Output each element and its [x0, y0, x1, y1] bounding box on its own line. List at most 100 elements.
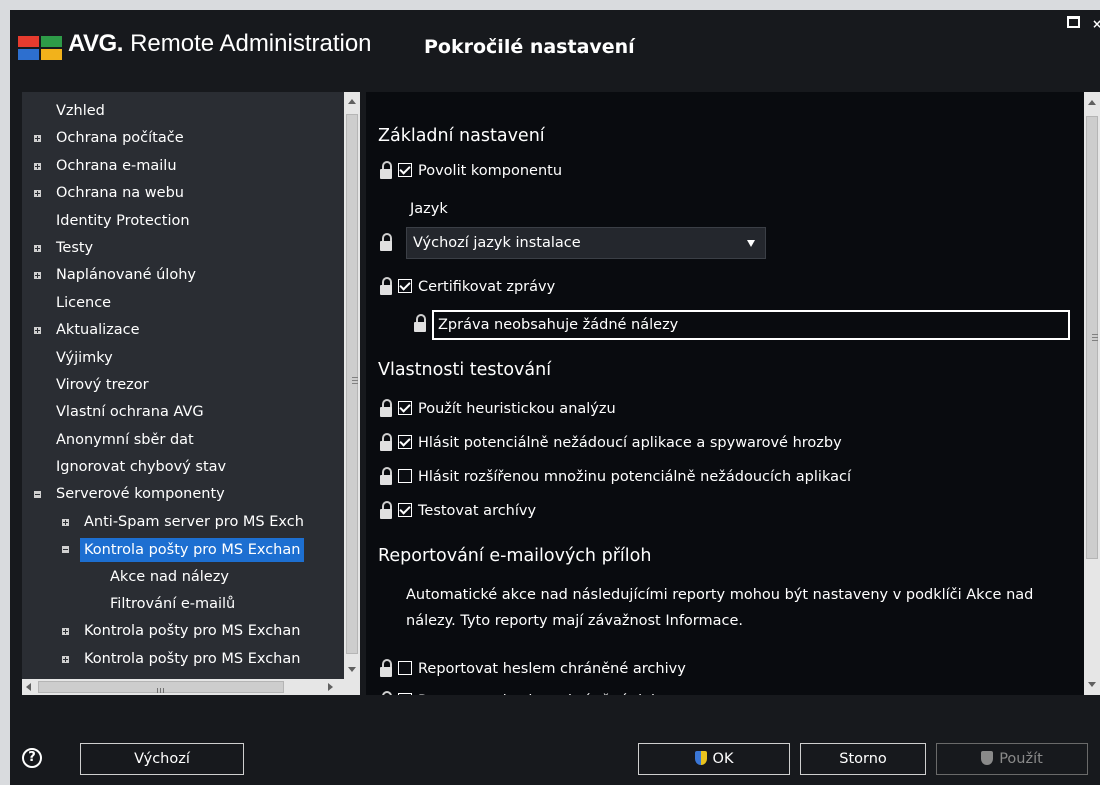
checkbox-label: Certifikovat zprávy: [418, 279, 556, 295]
language-select-value: Výchozí jazyk instalace: [413, 235, 581, 251]
tree-item[interactable]: Serverové komponenty: [22, 481, 344, 508]
expand-plus-icon[interactable]: [34, 190, 41, 198]
tree-item[interactable]: Aktualizace: [22, 317, 344, 344]
checkbox-box[interactable]: [398, 503, 412, 517]
tree-item-label: Akce nad nálezy: [110, 568, 229, 585]
expand-plus-icon[interactable]: [34, 327, 41, 335]
collapse-minus-icon[interactable]: [62, 546, 69, 554]
expand-plus-icon[interactable]: [34, 135, 41, 143]
option-checkbox[interactable]: Reportovat heslem chráněné dokumenty: [398, 690, 998, 695]
option-row: Hlásit potenciálně nežádoucí aplikace a …: [380, 432, 1020, 454]
checkbox-box[interactable]: [398, 279, 412, 293]
enable-component-row: Povolit komponentu: [380, 160, 780, 182]
tree-item-label: Serverové komponenty: [56, 486, 225, 503]
close-icon[interactable]: ×: [1092, 17, 1100, 31]
scroll-up-arrow-icon[interactable]: [1088, 100, 1096, 105]
lock-icon[interactable]: [380, 399, 392, 417]
collapse-minus-icon[interactable]: [34, 491, 41, 499]
apply-button[interactable]: Použít: [936, 743, 1088, 775]
tree-item[interactable]: Ochrana na webu: [22, 180, 344, 207]
maximize-icon[interactable]: [1067, 16, 1081, 28]
tree-item[interactable]: Licence: [22, 290, 344, 317]
dropdown-caret-icon: [747, 240, 755, 247]
section-heading-reporting: Reportování e-mailových příloh: [378, 546, 652, 566]
expand-plus-icon[interactable]: [34, 272, 41, 280]
lock-icon[interactable]: [380, 161, 392, 179]
scrollbar-thumb[interactable]: [38, 681, 284, 693]
tree-item[interactable]: Ignorovat chybový stav: [22, 454, 344, 481]
expand-plus-icon[interactable]: [62, 518, 69, 526]
lock-icon[interactable]: [380, 433, 392, 451]
tree-item[interactable]: Kontrola pošty pro MS Exchan: [22, 536, 344, 563]
option-checkbox[interactable]: Reportovat heslem chráněné archivy: [398, 658, 998, 680]
tree-item[interactable]: Naplánované úlohy: [22, 262, 344, 289]
lock-icon[interactable]: [380, 467, 392, 485]
checkbox-box[interactable]: [398, 435, 412, 449]
scroll-down-arrow-icon[interactable]: [348, 667, 356, 672]
scrollbar-corner: [344, 679, 360, 695]
help-icon[interactable]: ?: [22, 748, 42, 768]
tree-horizontal-scrollbar[interactable]: [22, 679, 360, 695]
scroll-left-arrow-icon[interactable]: [26, 683, 31, 691]
checkbox-box[interactable]: [398, 401, 412, 415]
tree-item[interactable]: Virový trezor: [22, 372, 344, 399]
option-checkbox[interactable]: Hlásit potenciálně nežádoucí aplikace a …: [398, 432, 998, 454]
tree-item[interactable]: Anti-Spam server pro MS Exch: [22, 509, 344, 536]
settings-window: AVG. Remote Administration Pokročilé nas…: [10, 10, 1100, 785]
lock-icon[interactable]: [380, 691, 392, 695]
expand-plus-icon[interactable]: [62, 628, 69, 636]
tree-item[interactable]: Filtrování e-mailů: [22, 591, 344, 618]
option-checkbox[interactable]: Hlásit rozšířenou množinu potenciálně ne…: [398, 466, 998, 488]
tree-item-label: Testy: [56, 239, 94, 256]
scrollbar-thumb[interactable]: [1086, 116, 1098, 559]
scrollbar-thumb[interactable]: [346, 114, 358, 654]
lock-icon[interactable]: [380, 659, 392, 677]
tree-item[interactable]: Kontrola pošty pro MS Exchan: [22, 618, 344, 645]
tree-item[interactable]: Ochrana e-mailu: [22, 153, 344, 180]
tree-item[interactable]: Identity Protection: [22, 208, 344, 235]
option-row: Testovat archívy: [380, 500, 1020, 522]
certify-text-field[interactable]: Zpráva neobsahuje žádné nálezy: [432, 310, 1070, 340]
tree-item[interactable]: Anonymní sběr dat: [22, 427, 344, 454]
checkbox-box[interactable]: [398, 469, 412, 483]
lock-icon[interactable]: [414, 314, 426, 332]
scroll-down-arrow-icon[interactable]: [1088, 682, 1096, 687]
language-select[interactable]: Výchozí jazyk instalace: [406, 227, 766, 259]
lock-icon[interactable]: [380, 277, 392, 295]
ok-button[interactable]: OK: [638, 743, 790, 775]
scroll-up-arrow-icon[interactable]: [348, 99, 356, 104]
tree-item[interactable]: Vzhled: [22, 98, 344, 125]
checkbox-box[interactable]: [398, 661, 412, 675]
lock-icon[interactable]: [380, 233, 392, 251]
tree-item[interactable]: Ochrana počítače: [22, 125, 344, 152]
option-checkbox[interactable]: Testovat archívy: [398, 500, 998, 522]
brand-product: Remote Administration: [130, 30, 372, 57]
tree-item[interactable]: Kontrola pošty pro MS Exchan: [22, 646, 344, 673]
checkbox-box[interactable]: [398, 693, 412, 695]
tree-item[interactable]: Výjimky: [22, 345, 344, 372]
tree-item-label: Anti-Spam server pro MS Exch: [84, 513, 304, 530]
tree-vertical-scrollbar[interactable]: [344, 92, 360, 679]
option-row: Hlásit rozšířenou množinu potenciálně ne…: [380, 466, 1020, 488]
page-title: Pokročilé nastavení: [424, 36, 635, 58]
tree-item[interactable]: Testy: [22, 235, 344, 262]
window-controls: ×: [1059, 16, 1100, 31]
expand-plus-icon[interactable]: [62, 655, 69, 663]
tree-item[interactable]: Vlastní ochrana AVG: [22, 399, 344, 426]
tree-item-label: Ochrana na webu: [56, 185, 184, 202]
enable-component-checkbox[interactable]: Povolit komponentu: [398, 160, 758, 182]
expand-plus-icon[interactable]: [34, 162, 41, 170]
content-vertical-scrollbar[interactable]: [1084, 92, 1100, 695]
certify-checkbox[interactable]: Certifikovat zprávy: [398, 276, 758, 298]
tree-item-label: Naplánované úlohy: [56, 267, 196, 284]
scroll-right-arrow-icon[interactable]: [328, 683, 333, 691]
checkbox-box[interactable]: [398, 163, 412, 177]
checkbox-label: Použít heuristickou analýzu: [418, 401, 616, 417]
expand-plus-icon[interactable]: [34, 244, 41, 252]
tree-item[interactable]: Akce nad nálezy: [22, 564, 344, 591]
cancel-button[interactable]: Storno: [800, 743, 926, 775]
default-button[interactable]: Výchozí: [80, 743, 244, 775]
option-checkbox[interactable]: Použít heuristickou analýzu: [398, 398, 998, 420]
lock-icon[interactable]: [380, 501, 392, 519]
option-row: Reportovat heslem chráněné dokumenty: [380, 690, 1020, 695]
